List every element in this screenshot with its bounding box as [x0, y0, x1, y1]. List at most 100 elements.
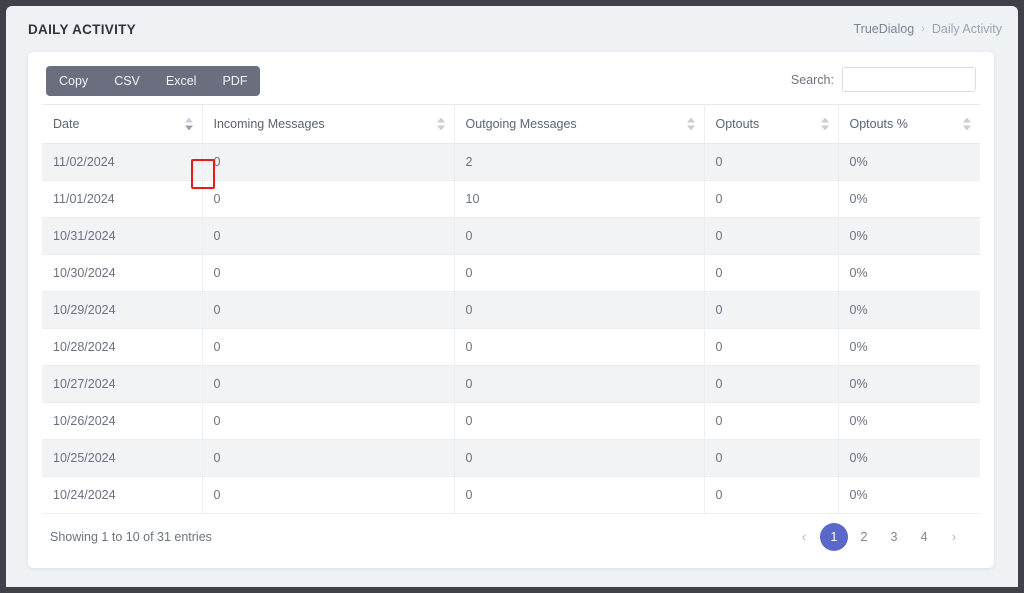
sort-descending-icon[interactable]: [184, 125, 193, 131]
column-header-incoming-messages[interactable]: Incoming Messages: [202, 104, 455, 144]
sort-ascending-icon[interactable]: [686, 117, 695, 123]
cell-outgoing-messages: 0: [454, 439, 705, 477]
export-button-group: Copy CSV Excel PDF: [46, 66, 261, 96]
cell-outgoing-messages: 10: [454, 180, 705, 218]
cell-optouts: 0: [704, 291, 839, 329]
search-label: Search:: [790, 72, 834, 87]
cell-incoming-messages: 0: [202, 328, 455, 366]
column-label-optouts-percent: Optouts %: [849, 117, 908, 131]
column-header-optouts[interactable]: Optouts: [704, 104, 839, 144]
table-head: Date Incoming Messages Outgoing Messages…: [42, 104, 980, 144]
table-row: 10/28/2024 0 0 0 0%: [42, 328, 980, 366]
breadcrumb-current: Daily Activity: [931, 22, 1002, 36]
sort-ascending-icon[interactable]: [820, 117, 829, 123]
breadcrumb-separator-icon: ›: [921, 23, 925, 35]
search-area: Search:: [791, 66, 976, 92]
cell-optouts: 0: [704, 254, 839, 292]
sort-ascending-icon[interactable]: [963, 117, 971, 123]
cell-outgoing-messages: 0: [454, 328, 705, 366]
cell-optouts-percent: 0%: [838, 180, 980, 218]
sort-arrows-optouts-percent-icon[interactable]: [963, 117, 972, 131]
column-label-optouts: Optouts: [715, 117, 760, 131]
sort-arrows-date-icon[interactable]: [184, 117, 194, 131]
sort-descending-icon[interactable]: [963, 125, 971, 131]
cell-incoming-messages: 0: [202, 180, 455, 218]
cell-incoming-messages: 0: [202, 402, 455, 440]
breadcrumb-root[interactable]: TrueDialog: [853, 22, 914, 36]
cell-outgoing-messages: 0: [454, 254, 705, 292]
table-toolbar: Copy CSV Excel PDF Search:: [28, 52, 994, 104]
cell-optouts-percent: 0%: [838, 439, 980, 477]
cell-optouts: 0: [704, 328, 839, 366]
copy-button[interactable]: Copy: [46, 66, 101, 96]
cell-incoming-messages: 0: [202, 365, 455, 403]
cell-outgoing-messages: 0: [454, 365, 705, 403]
pdf-button[interactable]: PDF: [209, 66, 260, 96]
table-zone: Date Incoming Messages Outgoing Messages…: [28, 104, 994, 514]
column-header-outgoing-messages[interactable]: Outgoing Messages: [454, 104, 705, 144]
excel-button[interactable]: Excel: [153, 66, 210, 96]
column-label-outgoing-messages: Outgoing Messages: [465, 117, 577, 131]
cell-optouts-percent: 0%: [838, 365, 980, 403]
cell-incoming-messages: 0: [202, 217, 455, 255]
cell-outgoing-messages: 0: [454, 217, 705, 255]
sort-descending-icon[interactable]: [436, 125, 445, 131]
cell-incoming-messages: 0: [202, 254, 455, 292]
cell-outgoing-messages: 2: [454, 143, 705, 181]
search-input[interactable]: [842, 67, 976, 92]
cell-date: 10/26/2024: [42, 402, 203, 440]
sort-ascending-icon[interactable]: [184, 117, 193, 123]
table-header-row: Date Incoming Messages Outgoing Messages…: [42, 104, 980, 144]
cell-date: 10/31/2024: [42, 217, 203, 255]
pagination-page-1[interactable]: 1: [820, 523, 848, 551]
cell-optouts: 0: [704, 365, 839, 403]
column-header-optouts-percent[interactable]: Optouts %: [838, 104, 980, 144]
cell-incoming-messages: 0: [202, 291, 455, 329]
page-header: DAILY ACTIVITY TrueDialog › Daily Activi…: [6, 6, 1018, 52]
breadcrumb: TrueDialog › Daily Activity: [853, 22, 1002, 36]
cell-date: 10/25/2024: [42, 439, 203, 477]
cell-optouts-percent: 0%: [838, 143, 980, 181]
page-title: DAILY ACTIVITY: [28, 21, 136, 37]
column-header-date[interactable]: Date: [42, 104, 203, 144]
table-row: 10/26/2024 0 0 0 0%: [42, 402, 980, 440]
cell-date: 10/29/2024: [42, 291, 203, 329]
sort-descending-icon[interactable]: [820, 125, 829, 131]
csv-button[interactable]: CSV: [101, 66, 153, 96]
cell-optouts: 0: [704, 402, 839, 440]
showing-entries-info: Showing 1 to 10 of 31 entries: [50, 530, 212, 544]
pagination-page-3[interactable]: 3: [880, 523, 908, 551]
pagination: ‹ 1 2 3 4 ›: [790, 523, 968, 551]
cell-optouts-percent: 0%: [838, 402, 980, 440]
cell-optouts-percent: 0%: [838, 254, 980, 292]
table-row: 11/01/2024 0 10 0 0%: [42, 180, 980, 218]
cell-date: 10/27/2024: [42, 365, 203, 403]
table-row: 10/30/2024 0 0 0 0%: [42, 254, 980, 292]
cell-outgoing-messages: 0: [454, 291, 705, 329]
cell-outgoing-messages: 0: [454, 402, 705, 440]
pagination-previous-icon[interactable]: ‹: [790, 523, 818, 551]
pagination-page-2[interactable]: 2: [850, 523, 878, 551]
cell-date: 10/30/2024: [42, 254, 203, 292]
column-label-incoming-messages: Incoming Messages: [213, 117, 325, 131]
sort-arrows-incoming-messages-icon[interactable]: [436, 117, 446, 131]
pagination-next-icon[interactable]: ›: [940, 523, 968, 551]
sort-arrows-optouts-icon[interactable]: [820, 117, 830, 131]
daily-activity-table: Date Incoming Messages Outgoing Messages…: [42, 104, 980, 514]
cell-incoming-messages: 0: [202, 439, 455, 477]
cell-optouts-percent: 0%: [838, 328, 980, 366]
cell-date: 11/02/2024: [42, 143, 203, 181]
table-footer: Showing 1 to 10 of 31 entries ‹ 1 2 3 4 …: [28, 506, 994, 568]
pagination-page-4[interactable]: 4: [910, 523, 938, 551]
table-row: 10/25/2024 0 0 0 0%: [42, 439, 980, 477]
daily-activity-card: Copy CSV Excel PDF Search: Date Incoming…: [28, 52, 994, 568]
sort-ascending-icon[interactable]: [436, 117, 445, 123]
sort-arrows-outgoing-messages-icon[interactable]: [686, 117, 696, 131]
sort-descending-icon[interactable]: [686, 125, 695, 131]
table-body: 11/02/2024 0 2 0 0% 11/01/2024 0 10 0 0% 10/31/202…: [42, 143, 980, 514]
cell-optouts-percent: 0%: [838, 217, 980, 255]
cell-optouts: 0: [704, 217, 839, 255]
column-label-date: Date: [53, 117, 80, 131]
cell-optouts: 0: [704, 143, 839, 181]
cell-incoming-messages: 0: [202, 143, 455, 181]
